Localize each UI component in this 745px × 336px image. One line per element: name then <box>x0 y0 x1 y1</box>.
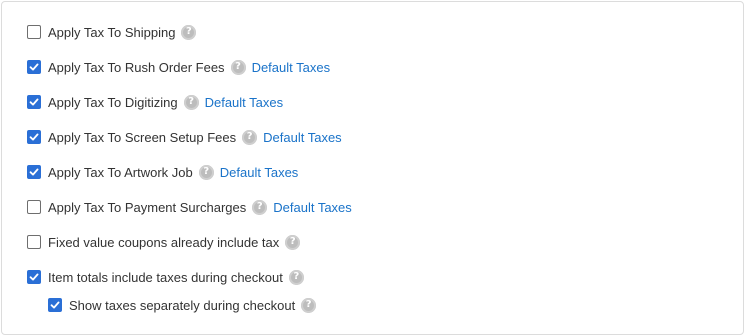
help-icon[interactable]: ? <box>230 59 246 75</box>
option-apply-tax-to-digitizing: Apply Tax To Digitizing ? Default Taxes <box>27 93 283 111</box>
option-label: Apply Tax To Rush Order Fees <box>48 59 225 75</box>
tax-settings-panel: Apply Tax To Shipping ? Apply Tax To Rus… <box>1 1 744 335</box>
option-label: Apply Tax To Payment Surcharges <box>48 199 247 215</box>
checkmark-icon <box>29 273 39 281</box>
option-item-totals-include-taxes: Item totals include taxes during checkou… <box>27 268 304 286</box>
checkmark-icon <box>29 168 39 176</box>
apply-tax-to-payment-surcharges-checkbox[interactable] <box>27 200 41 214</box>
help-icon[interactable]: ? <box>242 129 258 145</box>
option-label: Fixed value coupons already include tax <box>48 234 280 250</box>
checkmark-icon <box>29 98 39 106</box>
option-apply-tax-to-screen-setup-fees: Apply Tax To Screen Setup Fees ? Default… <box>27 128 342 146</box>
option-apply-tax-to-artwork-job: Apply Tax To Artwork Job ? Default Taxes <box>27 163 298 181</box>
help-icon[interactable]: ? <box>181 24 197 40</box>
apply-tax-to-screen-setup-fees-checkbox[interactable] <box>27 130 41 144</box>
option-fixed-value-coupons-include-tax: Fixed value coupons already include tax … <box>27 233 301 251</box>
fixed-value-coupons-include-tax-checkbox[interactable] <box>27 235 41 249</box>
option-apply-tax-to-payment-surcharges: Apply Tax To Payment Surcharges ? Defaul… <box>27 198 352 216</box>
apply-tax-to-shipping-checkbox[interactable] <box>27 25 41 39</box>
option-label: Item totals include taxes during checkou… <box>48 269 283 285</box>
default-taxes-link[interactable]: Default Taxes <box>263 130 342 145</box>
help-icon[interactable]: ? <box>288 269 304 285</box>
help-icon[interactable]: ? <box>183 94 199 110</box>
option-label: Apply Tax To Artwork Job <box>48 164 193 180</box>
show-taxes-separately-checkbox[interactable] <box>48 298 62 312</box>
option-show-taxes-separately: Show taxes separately during checkout ? <box>48 296 317 314</box>
apply-tax-to-digitizing-checkbox[interactable] <box>27 95 41 109</box>
default-taxes-link[interactable]: Default Taxes <box>252 60 331 75</box>
apply-tax-to-rush-order-fees-checkbox[interactable] <box>27 60 41 74</box>
checkmark-icon <box>29 63 39 71</box>
apply-tax-to-artwork-job-checkbox[interactable] <box>27 165 41 179</box>
checkmark-icon <box>50 301 60 309</box>
default-taxes-link[interactable]: Default Taxes <box>220 165 299 180</box>
help-icon[interactable]: ? <box>198 164 214 180</box>
default-taxes-link[interactable]: Default Taxes <box>205 95 284 110</box>
help-icon[interactable]: ? <box>252 199 268 215</box>
help-icon[interactable]: ? <box>301 297 317 313</box>
option-apply-tax-to-rush-order-fees: Apply Tax To Rush Order Fees ? Default T… <box>27 58 330 76</box>
help-icon[interactable]: ? <box>285 234 301 250</box>
option-label: Apply Tax To Screen Setup Fees <box>48 129 237 145</box>
default-taxes-link[interactable]: Default Taxes <box>273 200 352 215</box>
option-apply-tax-to-shipping: Apply Tax To Shipping ? <box>27 23 197 41</box>
option-label: Apply Tax To Digitizing <box>48 94 178 110</box>
option-label: Apply Tax To Shipping <box>48 24 176 40</box>
option-label: Show taxes separately during checkout <box>69 297 296 313</box>
checkmark-icon <box>29 133 39 141</box>
item-totals-include-taxes-checkbox[interactable] <box>27 270 41 284</box>
